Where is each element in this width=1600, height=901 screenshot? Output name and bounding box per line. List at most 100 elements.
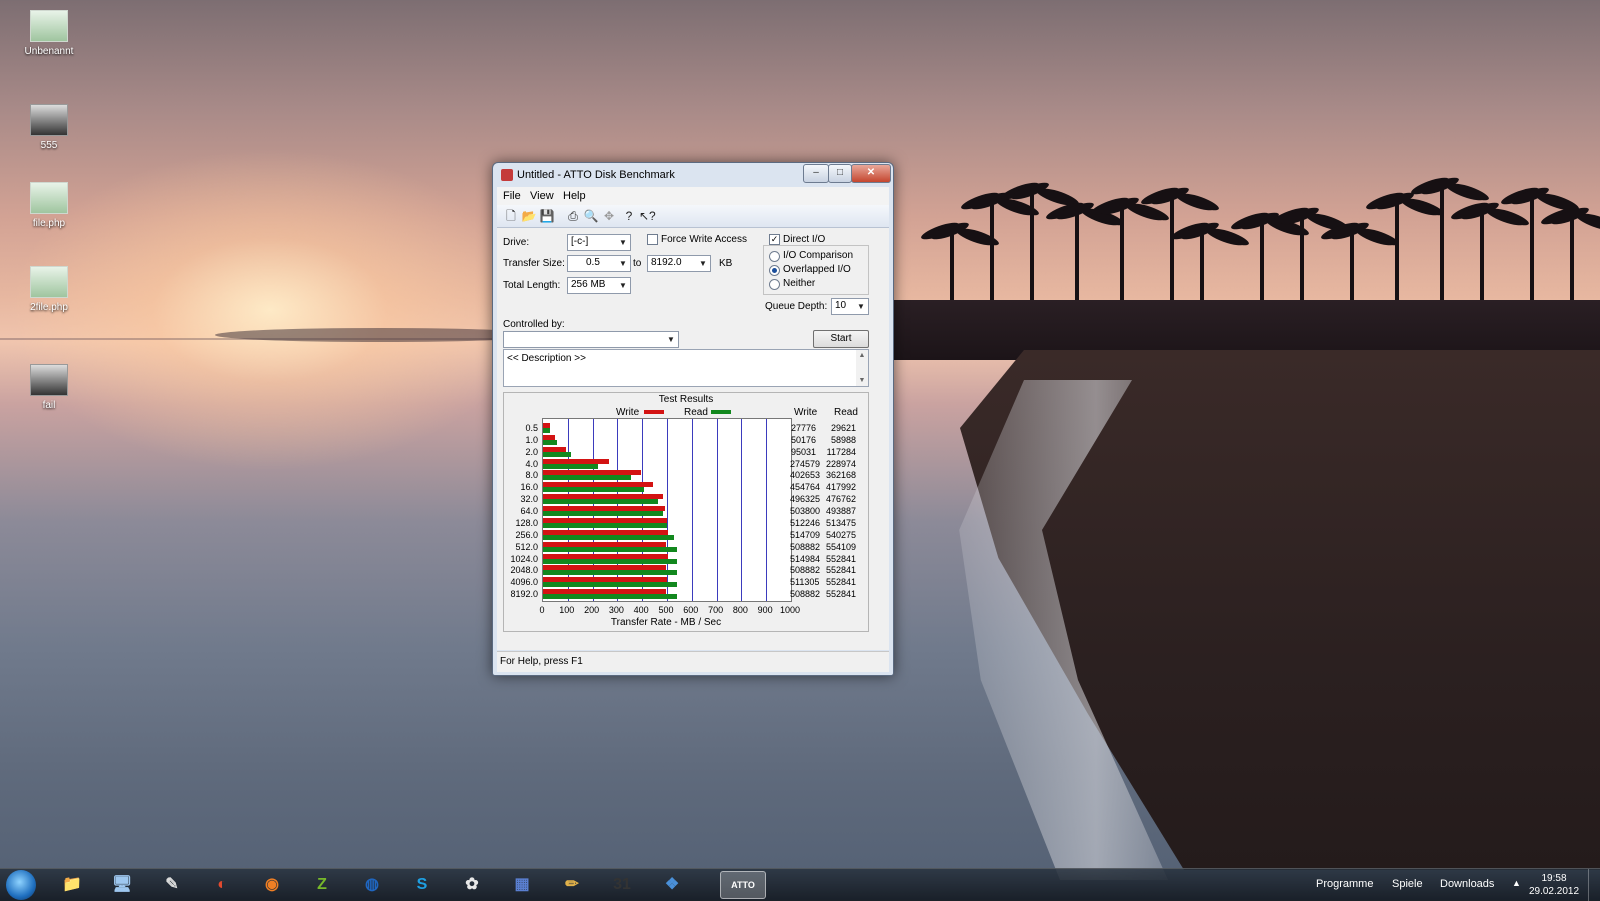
transfer-size-to-select[interactable]: 8192.0 ▼ xyxy=(647,255,711,272)
menu-file[interactable]: File xyxy=(503,190,521,202)
minimize-button[interactable]: – xyxy=(803,164,829,183)
read-value: 362168 xyxy=(825,470,856,481)
controlled-by-select[interactable]: ▼ xyxy=(503,331,679,348)
title-bar[interactable]: Untitled - ATTO Disk Benchmark – □ ✕ xyxy=(493,163,893,187)
bar-read xyxy=(543,558,677,564)
queue-depth-value: 10 xyxy=(835,300,847,311)
transfer-size-from-select[interactable]: 0.5 ▼ xyxy=(567,255,631,272)
show-desktop-button[interactable] xyxy=(1588,869,1600,901)
desktop-icon-label: fail xyxy=(42,400,56,411)
network-icon[interactable]: 🖥 xyxy=(108,872,136,898)
menu-view[interactable]: View xyxy=(530,190,554,202)
maximize-button[interactable]: □ xyxy=(828,164,852,183)
write-value: 95031 xyxy=(790,446,816,457)
start-button[interactable]: Start xyxy=(813,330,869,348)
toolbar-spiele[interactable]: Spiele xyxy=(1392,878,1423,890)
chevron-down-icon: ▼ xyxy=(699,259,707,268)
kb-label: KB xyxy=(719,258,733,269)
write-value: 511305 xyxy=(790,577,820,588)
desktop-icon-file-php[interactable]: file.php xyxy=(18,182,80,229)
skype-icon[interactable]: S xyxy=(408,872,436,898)
context-help-icon[interactable]: ↖? xyxy=(639,208,656,224)
transfer-size-label: Transfer Size: xyxy=(503,258,565,269)
y-tick-label: 1.0 xyxy=(525,434,538,445)
open-icon[interactable]: 📂 xyxy=(521,208,537,224)
palm-trunk xyxy=(1440,185,1444,300)
y-tick-label: 2048.0 xyxy=(510,565,538,576)
menu-help[interactable]: Help xyxy=(563,190,586,202)
direct-io-checkbox[interactable]: ✓ xyxy=(769,234,780,245)
new-icon[interactable]: 🗋 xyxy=(503,208,519,224)
read-value: 552841 xyxy=(825,553,856,564)
toolbar-programme[interactable]: Programme xyxy=(1316,878,1373,890)
write-value: 514984 xyxy=(790,553,821,564)
total-length-select[interactable]: 256 MB ▼ xyxy=(567,277,631,294)
bar-read xyxy=(543,451,572,457)
start-button[interactable] xyxy=(6,870,36,900)
description-scrollbar[interactable]: ▲ ▼ xyxy=(856,350,868,386)
desktop-icon-fail[interactable]: fail xyxy=(18,364,80,411)
write-value: 514709 xyxy=(790,529,821,540)
radio-io-comparison[interactable] xyxy=(769,251,780,262)
chevron-down-icon: ▼ xyxy=(619,259,627,268)
drive-select[interactable]: [-c-] ▼ xyxy=(567,234,631,251)
force-write-label: Force Write Access xyxy=(661,234,747,245)
read-value: 117284 xyxy=(826,446,856,457)
desktop-icon-unbenannt[interactable]: Unbenannt xyxy=(18,10,80,57)
palm-frond xyxy=(1574,210,1600,234)
close-button[interactable]: ✕ xyxy=(851,164,891,183)
move-icon[interactable]: ✥ xyxy=(601,208,617,224)
print-icon[interactable]: ⎙ xyxy=(565,208,581,224)
read-value: 228974 xyxy=(825,458,856,469)
radio-overlapped-io[interactable] xyxy=(769,265,780,276)
desktop-icon-2file-php[interactable]: 2file.php xyxy=(18,266,80,313)
palm-trunk xyxy=(1120,205,1124,300)
y-tick-label: 8192.0 xyxy=(510,589,538,600)
toolbar: 🗋 📂 💾 ⎙ 🔍 ✥ ? ↖? xyxy=(497,205,889,228)
atto-icon[interactable]: ATTO xyxy=(720,871,766,899)
radio-neither[interactable] xyxy=(769,279,780,290)
read-value: 493887 xyxy=(825,506,856,517)
bar-read xyxy=(543,522,668,528)
help-icon[interactable]: ? xyxy=(621,208,637,224)
bar-read xyxy=(543,439,558,445)
chevron-down-icon: ▼ xyxy=(857,302,865,311)
chart-gridline xyxy=(717,419,718,601)
tray-expand-icon[interactable]: ▲ xyxy=(1512,878,1521,888)
window-title: Untitled - ATTO Disk Benchmark xyxy=(517,169,675,181)
column-header-write: Write xyxy=(794,407,818,418)
palm-trunk xyxy=(1030,190,1034,300)
chart-gridline xyxy=(741,419,742,601)
taskbar: 📁 🖥 ✎ ◐ ◉ Z ◍ S ✿ ▦ ✏ 31 ❖ ATTO Programme Spiele Down… xyxy=(0,868,1600,901)
description-box[interactable]: << Description >> ▲ ▼ xyxy=(503,349,869,387)
firefox-icon[interactable]: ◉ xyxy=(258,872,286,898)
spreadsheet-icon xyxy=(30,10,68,42)
z-app-icon[interactable]: Z xyxy=(308,872,336,898)
explorer-icon[interactable]: 📁 xyxy=(58,872,86,898)
desktop-icon-555[interactable]: 555 xyxy=(18,104,80,151)
save-icon[interactable]: 💾 xyxy=(539,208,555,224)
to-label: to xyxy=(633,258,642,269)
image-file-icon xyxy=(30,104,68,136)
calendar-icon[interactable]: 31 xyxy=(608,872,636,898)
legend-write-swatch xyxy=(644,410,664,414)
queue-depth-select[interactable]: 10 ▼ xyxy=(831,298,869,315)
write-value: 402653 xyxy=(790,470,821,481)
opera-icon[interactable]: ◐ xyxy=(208,872,236,898)
toolbar-downloads[interactable]: Downloads xyxy=(1440,878,1494,890)
force-write-checkbox[interactable] xyxy=(647,234,658,245)
palm-trunk xyxy=(1350,230,1354,300)
app-icon[interactable]: ✎ xyxy=(158,872,186,898)
pencil-icon[interactable]: ✏ xyxy=(558,872,586,898)
read-value: 476762 xyxy=(825,494,856,505)
game-icon[interactable]: ❖ xyxy=(658,872,686,898)
read-value: 540275 xyxy=(825,529,856,540)
picasa-icon[interactable]: ✿ xyxy=(458,872,486,898)
clock[interactable]: 19:58 29.02.2012 xyxy=(1524,872,1584,898)
desktop-icon-label: 2file.php xyxy=(30,302,68,313)
bar-read xyxy=(543,475,631,481)
legend-write-label: Write xyxy=(616,407,640,418)
globe-icon[interactable]: ◍ xyxy=(358,872,386,898)
print-preview-icon[interactable]: 🔍 xyxy=(583,208,599,224)
paint-icon[interactable]: ▦ xyxy=(508,872,536,898)
